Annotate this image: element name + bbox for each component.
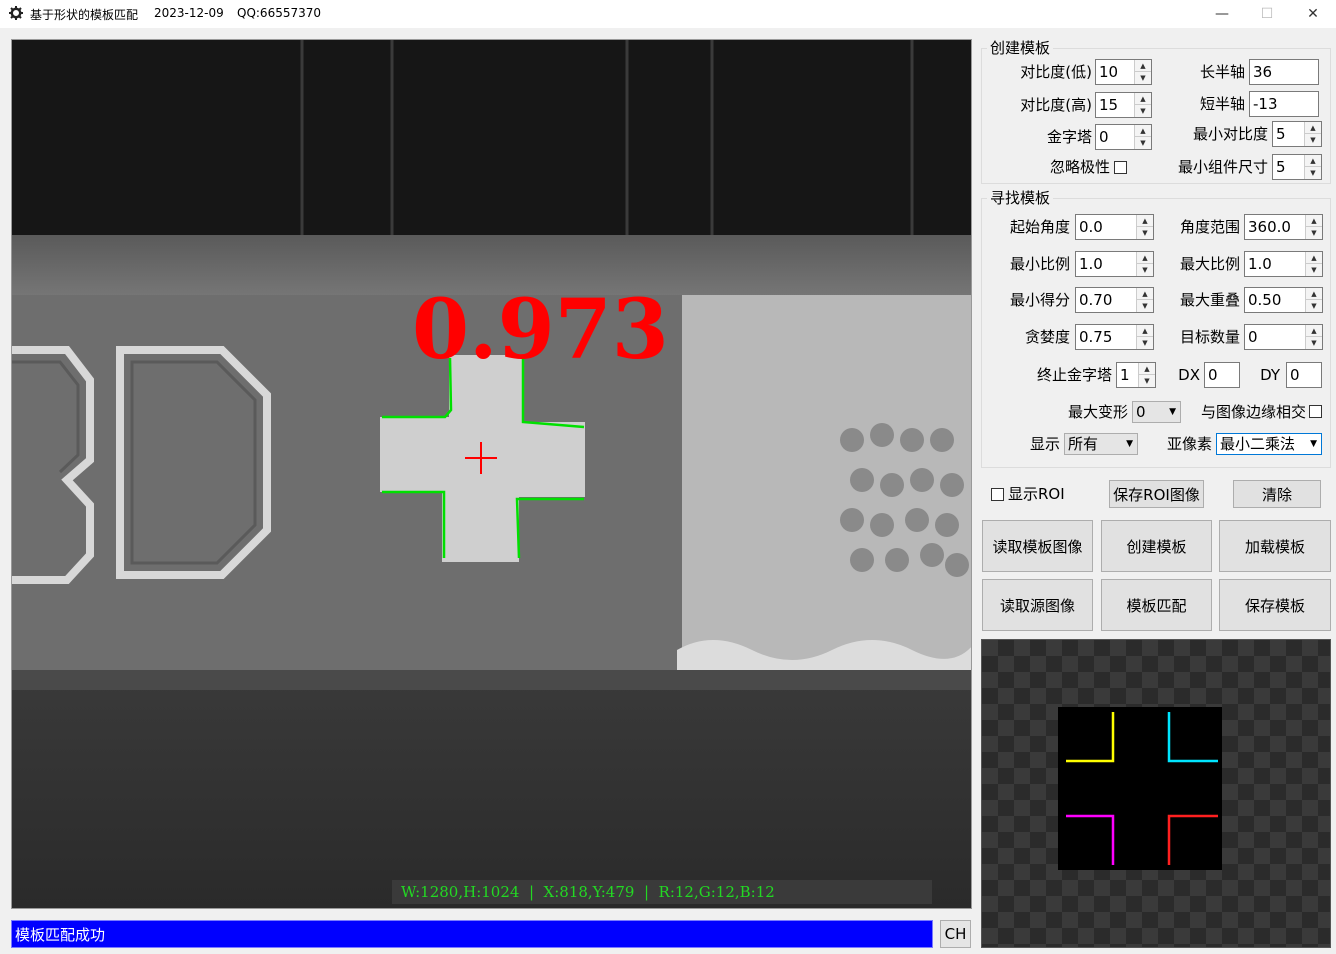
min-score-label: 最小得分 xyxy=(1009,291,1070,309)
max-overlap-label: 最大重叠 xyxy=(1179,291,1240,309)
min-score-spinner[interactable]: 0.70 ▲ ▼ xyxy=(1075,287,1154,313)
angle-range-label: 角度范围 xyxy=(1179,218,1240,236)
minimize-button[interactable]: — xyxy=(1199,0,1245,28)
contrast-low-spinner[interactable]: 10 ▲ ▼ xyxy=(1095,59,1152,85)
minor-axis-field[interactable]: -13 xyxy=(1249,91,1319,117)
end-pyramid-label: 终止金字塔 xyxy=(1036,366,1112,384)
major-axis-label: 长半轴 xyxy=(1199,63,1245,81)
angle-range-spinner[interactable]: 360.0 ▲ ▼ xyxy=(1244,214,1323,240)
read-template-image-button[interactable]: 读取模板图像 xyxy=(982,520,1093,572)
start-angle-label: 起始角度 xyxy=(1009,218,1070,236)
pyramid-label: 金字塔 xyxy=(1046,128,1092,146)
gear-icon xyxy=(9,6,23,20)
major-axis-field[interactable]: 36 xyxy=(1249,59,1319,85)
border-intersect-label: 与图像边缘相交 xyxy=(1200,403,1306,421)
chevron-down-icon: ▼ xyxy=(1310,439,1317,449)
greediness-label: 贪婪度 xyxy=(1024,328,1070,346)
ch-button[interactable]: CH xyxy=(940,920,971,948)
save-template-button[interactable]: 保存模板 xyxy=(1219,579,1331,631)
min-scale-spinner[interactable]: 1.0 ▲ ▼ xyxy=(1075,251,1154,277)
match-score-text: 0.973 xyxy=(412,282,669,378)
title-bar: 基于形状的模板匹配 2023-12-09 QQ:66557370 — ☐ ✕ xyxy=(0,0,1336,28)
num-matches-spinner[interactable]: 0 ▲ ▼ xyxy=(1244,324,1323,350)
ignore-polarity-label: 忽略极性 xyxy=(1049,158,1110,176)
template-preview-image xyxy=(1058,707,1222,870)
template-preview xyxy=(981,639,1331,948)
find-template-title: 寻找模板 xyxy=(987,189,1054,207)
maximize-button[interactable]: ☐ xyxy=(1244,0,1290,28)
pyramid-spinner[interactable]: 0 ▲ ▼ xyxy=(1095,124,1152,150)
start-angle-spinner[interactable]: 0.0 ▲ ▼ xyxy=(1075,214,1154,240)
window-title: 基于形状的模板匹配 xyxy=(30,8,139,22)
load-template-button[interactable]: 加载模板 xyxy=(1219,520,1331,572)
end-pyramid-spinner[interactable]: 1 ▲ ▼ xyxy=(1116,362,1156,388)
min-contrast-label: 最小对比度 xyxy=(1192,125,1268,143)
greediness-spinner[interactable]: 0.75 ▲ ▼ xyxy=(1075,324,1154,350)
template-match-button[interactable]: 模板匹配 xyxy=(1101,579,1212,631)
max-overlap-spinner[interactable]: 0.50 ▲ ▼ xyxy=(1244,287,1323,313)
dy-label: DY xyxy=(1260,366,1280,384)
min-component-spinner[interactable]: 5 ▲ ▼ xyxy=(1272,154,1322,180)
read-source-image-button[interactable]: 读取源图像 xyxy=(982,579,1093,631)
window-qq: QQ:66557370 xyxy=(237,6,322,20)
clear-button[interactable]: 清除 xyxy=(1233,480,1321,508)
save-roi-button[interactable]: 保存ROI图像 xyxy=(1109,480,1204,508)
max-scale-spinner[interactable]: 1.0 ▲ ▼ xyxy=(1244,251,1323,277)
max-scale-label: 最大比例 xyxy=(1179,255,1240,273)
window-date: 2023-12-09 xyxy=(154,6,224,20)
close-button[interactable]: ✕ xyxy=(1290,0,1336,28)
subpixel-label: 亚像素 xyxy=(1166,435,1212,453)
max-deform-label: 最大变形 xyxy=(1067,403,1128,421)
camera-image: 0.973 xyxy=(12,40,971,908)
create-template-button[interactable]: 创建模板 xyxy=(1101,520,1212,572)
contrast-low-label: 对比度(低) xyxy=(1020,63,1092,81)
pixel-info-bar: W:1280,H:1024 | X:818,Y:479 | R:12,G:12,… xyxy=(392,880,932,904)
dy-field[interactable]: 0 xyxy=(1286,362,1322,388)
display-dropdown[interactable]: 所有 ▼ xyxy=(1064,433,1138,455)
min-component-label: 最小组件尺寸 xyxy=(1177,158,1268,176)
border-intersect-checkbox[interactable] xyxy=(1309,405,1322,418)
dx-label: DX xyxy=(1178,366,1200,384)
show-roi-checkbox[interactable] xyxy=(991,488,1004,501)
min-scale-label: 最小比例 xyxy=(1009,255,1070,273)
contrast-high-label: 对比度(高) xyxy=(1020,96,1092,114)
minor-axis-label: 短半轴 xyxy=(1199,95,1245,113)
subpixel-dropdown[interactable]: 最小二乘法 ▼ xyxy=(1216,433,1322,455)
chevron-down-icon: ▼ xyxy=(1126,439,1133,449)
chevron-down-icon: ▼ xyxy=(1169,407,1176,417)
ignore-polarity-checkbox[interactable] xyxy=(1114,161,1127,174)
max-deform-dropdown[interactable]: 0 ▼ xyxy=(1132,401,1181,423)
min-contrast-spinner[interactable]: 5 ▲ ▼ xyxy=(1272,121,1322,147)
display-label: 显示 xyxy=(1029,435,1060,453)
show-roi-label: 显示ROI xyxy=(1008,485,1065,503)
contrast-high-spinner[interactable]: 15 ▲ ▼ xyxy=(1095,92,1152,118)
image-viewer[interactable]: 0.973 W:1280,H:1024 | X:818,Y:479 | R:12… xyxy=(11,39,972,909)
dx-field[interactable]: 0 xyxy=(1204,362,1240,388)
status-message: 模板匹配成功 xyxy=(11,920,933,948)
num-matches-label: 目标数量 xyxy=(1179,328,1240,346)
create-template-title: 创建模板 xyxy=(987,39,1054,57)
